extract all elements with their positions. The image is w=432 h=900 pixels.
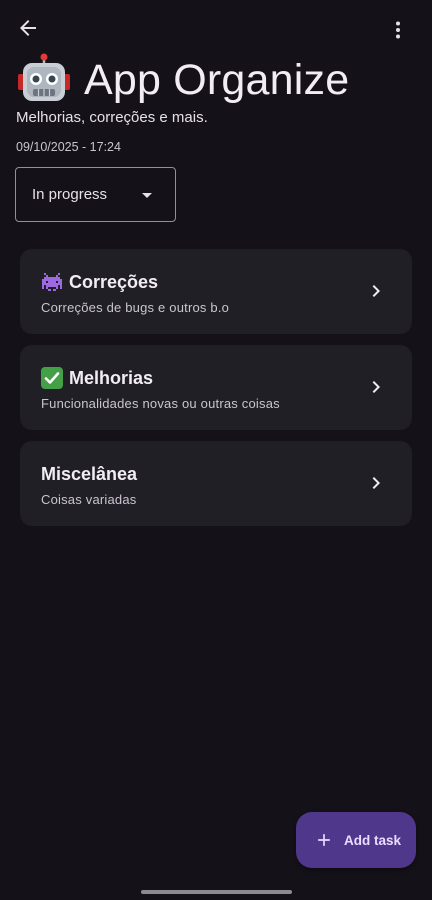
top-app-bar — [0, 0, 432, 56]
plus-icon — [318, 834, 330, 846]
category-title: Miscelânea — [41, 463, 138, 484]
chevron-right-icon — [372, 381, 380, 393]
arrow-back-icon — [20, 20, 36, 36]
category-title: Melhorias — [69, 367, 154, 388]
more-vert-icon — [396, 21, 400, 39]
category-card-correcoes[interactable]: Correções Correções de bugs e outros b.o — [20, 249, 412, 334]
category-title-row: Melhorias — [41, 366, 392, 390]
chevron-right-icon — [372, 285, 380, 297]
add-task-label: Add task — [344, 832, 402, 848]
dropdown-caret-icon — [135, 183, 159, 207]
title-row: App Organize — [16, 52, 416, 108]
home-indicator[interactable] — [141, 890, 292, 894]
robot-emoji-icon — [18, 53, 70, 101]
category-list: Correções Correções de bugs e outros b.o… — [20, 249, 412, 537]
check-mark-emoji-icon — [41, 367, 63, 389]
page-header: App Organize Melhorias, correções e mais… — [16, 52, 416, 128]
chevron-right-icon — [372, 477, 380, 489]
page-subtitle: Melhorias, correções e mais. — [16, 109, 208, 126]
category-title-row: Correções — [41, 270, 392, 294]
alien-monster-emoji-icon — [42, 273, 62, 291]
status-dropdown[interactable]: In progress — [15, 167, 176, 222]
category-card-melhorias[interactable]: Melhorias Funcionalidades novas ou outra… — [20, 345, 412, 430]
category-subtitle: Correções de bugs e outros b.o — [41, 300, 230, 315]
category-title: Correções — [69, 271, 159, 292]
timestamp: 09/10/2025 - 17:24 — [16, 140, 121, 154]
page-title: App Organize — [84, 55, 350, 104]
category-title-row: Miscelânea — [41, 462, 392, 486]
add-task-button[interactable]: Add task — [296, 812, 416, 868]
status-dropdown-value: In progress — [32, 186, 108, 203]
back-button[interactable] — [8, 8, 48, 48]
category-subtitle: Funcionalidades novas ou outras coisas — [41, 396, 280, 411]
category-card-miscelanea[interactable]: Miscelânea Coisas variadas — [20, 441, 412, 526]
category-subtitle: Coisas variadas — [41, 492, 137, 507]
more-options-button[interactable] — [378, 10, 418, 50]
